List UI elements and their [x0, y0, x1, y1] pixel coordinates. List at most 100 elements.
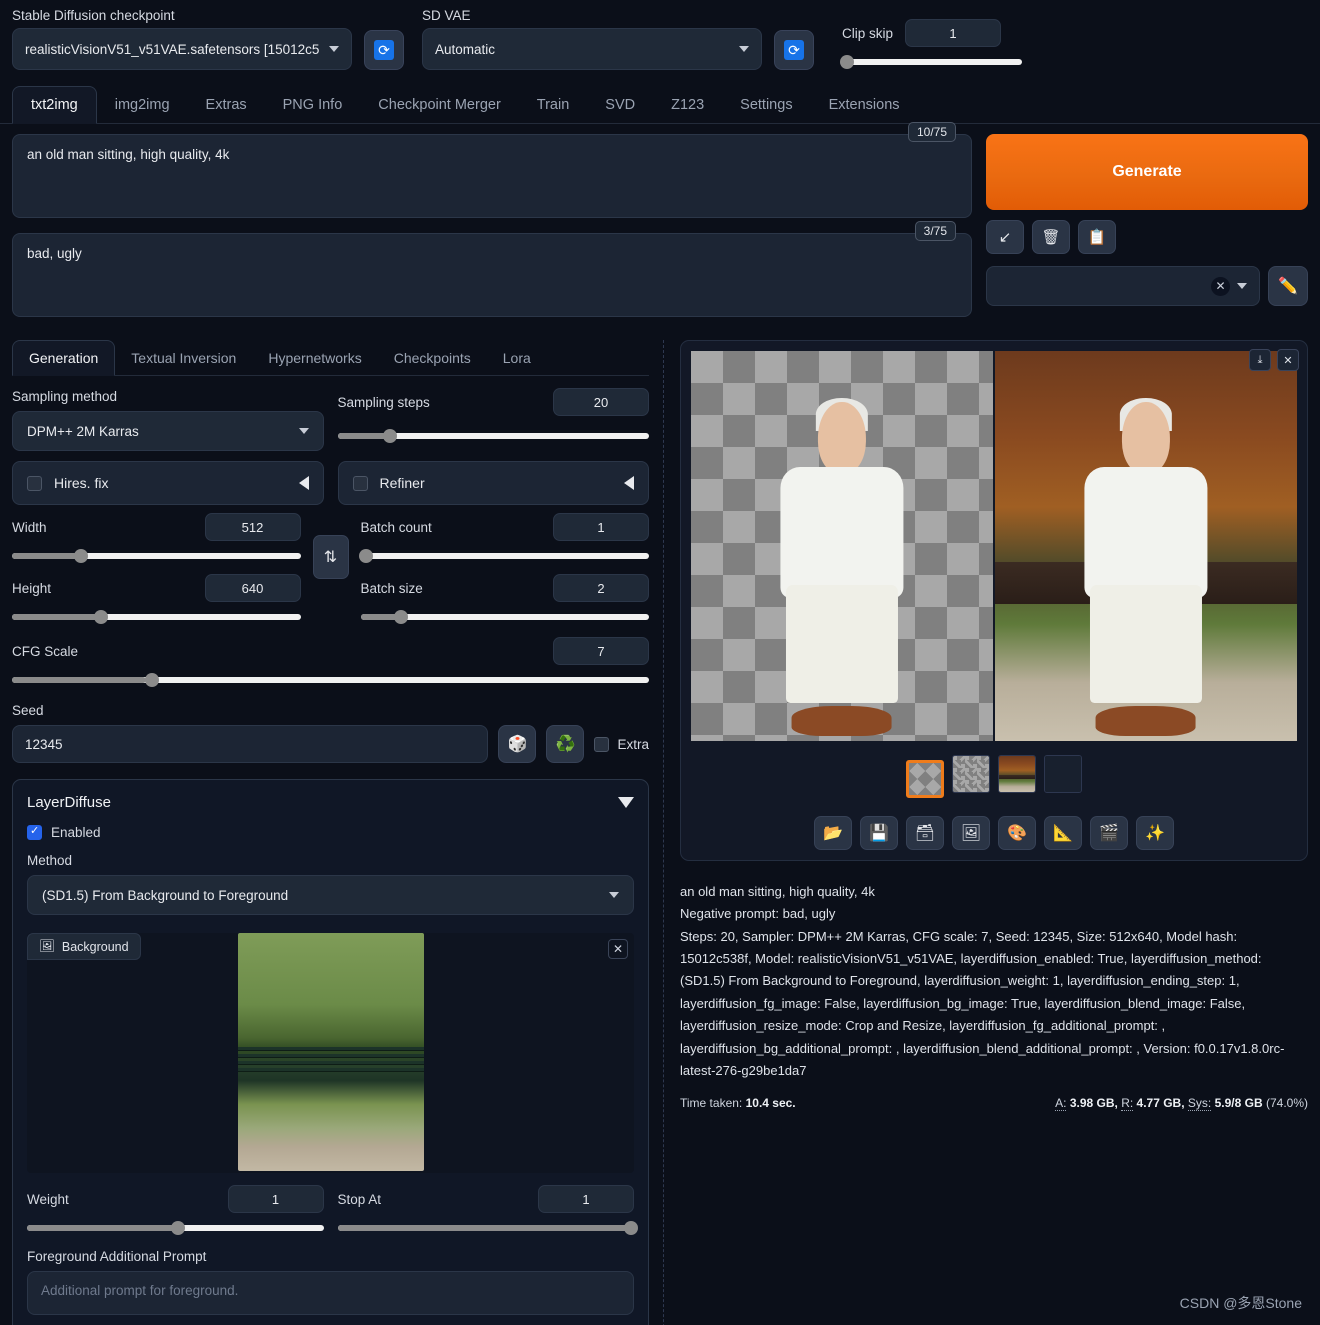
stop-at-head: Stop At 1: [338, 1185, 634, 1213]
generate-button[interactable]: Generate: [986, 134, 1308, 210]
slider-knob[interactable]: [94, 610, 109, 624]
thumbnail-0[interactable]: [906, 760, 944, 798]
swap-dimensions-icon[interactable]: ⇅: [312, 535, 349, 579]
thumbnail-3[interactable]: [1044, 755, 1082, 793]
download-icon[interactable]: ⤓: [1249, 349, 1271, 371]
sampling-steps-label: Sampling steps: [337, 394, 430, 410]
clipboard-icon[interactable]: 📋: [1078, 220, 1116, 254]
background-tab[interactable]: 🖼 Background: [27, 933, 141, 960]
weight-slider[interactable]: [27, 1220, 324, 1236]
slider-knob[interactable]: [383, 429, 398, 443]
refiner-checkbox[interactable]: [352, 475, 368, 491]
positive-prompt-input[interactable]: an old man sitting, high quality, 4k: [12, 134, 972, 218]
slider-knob[interactable]: [624, 1221, 639, 1235]
tab-train[interactable]: Train: [519, 87, 588, 123]
trash-icon[interactable]: 🗑: [1032, 220, 1070, 254]
slider-knob[interactable]: [840, 55, 855, 69]
layerdiffuse-enabled-row: Enabled: [27, 824, 634, 840]
vae-dropdown[interactable]: Automatic: [422, 28, 762, 70]
clip-skip-value[interactable]: 1: [905, 19, 1002, 47]
save-icon[interactable]: 💾: [860, 816, 898, 850]
refresh-vae-button[interactable]: ⟳: [774, 30, 814, 70]
sampling-steps-slider[interactable]: [337, 428, 649, 444]
clip-skip-slider[interactable]: [840, 54, 1022, 70]
negative-prompt-input[interactable]: bad, ugly: [12, 233, 972, 317]
layerdiffuse-header[interactable]: LayerDiffuse: [27, 794, 634, 811]
dice-icon[interactable]: 🎲: [498, 725, 537, 763]
slider-knob[interactable]: [171, 1221, 186, 1235]
image-icon: 🖼: [39, 939, 55, 953]
chevron-down-icon[interactable]: [618, 797, 634, 808]
checkpoint-dropdown[interactable]: realisticVisionV51_v51VAE.safetensors [1…: [12, 28, 352, 70]
tab-png-info[interactable]: PNG Info: [265, 87, 361, 123]
fg-prompt-input[interactable]: [27, 1271, 634, 1315]
batch-count-slider[interactable]: [359, 548, 649, 564]
sampling-steps-value[interactable]: 20: [553, 388, 649, 416]
recycle-icon[interactable]: ♻️: [546, 725, 585, 763]
cfg-slider[interactable]: [12, 672, 649, 688]
layerdiffuse-enabled-checkbox[interactable]: [27, 824, 42, 840]
pencil-icon[interactable]: ✏️: [1268, 266, 1308, 306]
x-circle-icon[interactable]: ✕: [1211, 276, 1230, 296]
stop-at-value[interactable]: 1: [538, 1185, 634, 1213]
result-image-transparent[interactable]: [691, 351, 993, 741]
tab-checkpoint-merger[interactable]: Checkpoint Merger: [360, 87, 519, 123]
cfg-value[interactable]: 7: [553, 637, 649, 665]
send-to-inpaint-icon[interactable]: 🎨: [998, 816, 1036, 850]
sampling-method-dropdown[interactable]: DPM++ 2M Karras: [12, 411, 324, 451]
background-close-icon[interactable]: ✕: [608, 939, 628, 959]
close-icon[interactable]: ✕: [1277, 349, 1299, 371]
extra-checkbox[interactable]: [594, 736, 610, 752]
tab-txt2img[interactable]: txt2img: [12, 86, 97, 124]
subtab-hypernetworks[interactable]: Hypernetworks: [252, 341, 377, 375]
slider-knob[interactable]: [393, 610, 408, 624]
send-to-video-icon[interactable]: 🎬: [1090, 816, 1128, 850]
width-value[interactable]: 512: [204, 513, 301, 541]
layerdiffuse-method-dropdown[interactable]: (SD1.5) From Background to Foreground: [27, 875, 634, 915]
width-slider[interactable]: [12, 548, 301, 564]
thumbnail-1[interactable]: [952, 755, 990, 793]
seed-input[interactable]: [12, 725, 489, 763]
batch-count-head: Batch count 1: [361, 513, 649, 541]
extra-label: Extra: [617, 736, 649, 752]
tab-svd[interactable]: SVD: [587, 87, 653, 123]
hires-fix-accordion[interactable]: Hires. fix: [12, 461, 324, 505]
interrupt-arrow-icon[interactable]: ↙: [986, 220, 1024, 254]
thumbnail-2[interactable]: [998, 755, 1036, 793]
styles-dropdown[interactable]: ✕: [986, 266, 1260, 306]
slider-knob[interactable]: [359, 549, 374, 563]
subtab-textual-inversion[interactable]: Textual Inversion: [115, 341, 252, 375]
batch-count-value[interactable]: 1: [553, 513, 649, 541]
hires-fix-group: Hires. fix: [12, 451, 324, 505]
height-slider[interactable]: [12, 609, 301, 625]
sparkles-icon[interactable]: ✨: [1136, 816, 1174, 850]
archive-icon[interactable]: 🗃: [906, 816, 944, 850]
hires-fix-checkbox[interactable]: [27, 475, 42, 491]
refiner-accordion[interactable]: Refiner: [337, 461, 649, 505]
result-image-blended[interactable]: [995, 351, 1297, 741]
slider-knob[interactable]: [145, 673, 160, 687]
tab-img2img[interactable]: img2img: [97, 87, 188, 123]
stop-at-slider[interactable]: [337, 1220, 639, 1236]
send-to-img2img-icon[interactable]: 🖼: [952, 816, 990, 850]
tab-z123[interactable]: Z123: [653, 87, 722, 123]
refresh-checkpoints-button[interactable]: ⟳: [364, 30, 404, 70]
tab-extensions[interactable]: Extensions: [811, 87, 918, 123]
subtab-lora[interactable]: Lora: [487, 341, 547, 375]
layerdiffuse-background-dropzone[interactable]: 🖼 Background ✕: [27, 933, 634, 1173]
settings-pane: Generation Textual Inversion Hypernetwor…: [12, 340, 664, 1325]
height-value[interactable]: 640: [204, 574, 301, 602]
tab-extras[interactable]: Extras: [188, 87, 265, 123]
subtab-generation[interactable]: Generation: [12, 340, 116, 376]
tab-settings[interactable]: Settings: [722, 87, 810, 123]
subtab-checkpoints[interactable]: Checkpoints: [378, 341, 487, 375]
batch-size-value[interactable]: 2: [553, 574, 649, 602]
batch-size-slider[interactable]: [360, 609, 649, 625]
slider-fill: [12, 677, 146, 683]
slider-knob[interactable]: [74, 549, 89, 563]
folder-icon[interactable]: 📂: [814, 816, 852, 850]
send-to-extras-icon[interactable]: 📐: [1044, 816, 1082, 850]
weight-value[interactable]: 1: [227, 1185, 324, 1213]
figure-shoes: [1096, 706, 1196, 736]
extra-group: Extra: [594, 736, 649, 752]
